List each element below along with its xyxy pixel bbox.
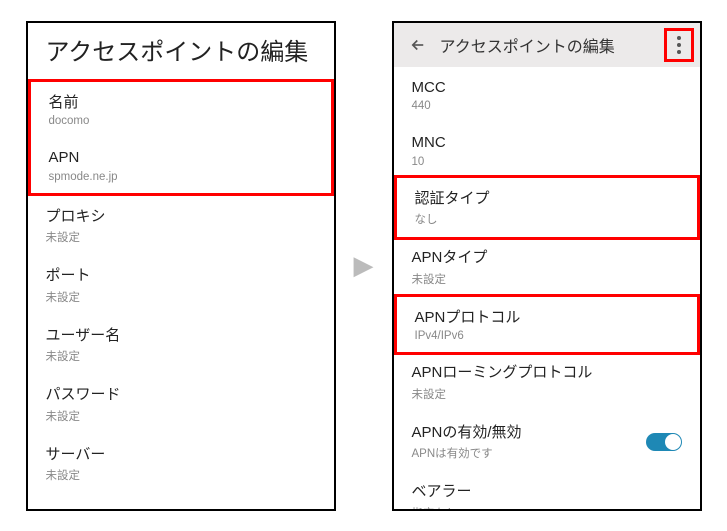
item-password[interactable]: パスワード 未設定 — [28, 374, 334, 434]
item-label: APN — [49, 148, 313, 168]
item-label: パスワード — [46, 385, 316, 405]
item-label: 名前 — [49, 93, 313, 113]
item-value: 未設定 — [46, 467, 316, 483]
item-label: MCC — [412, 78, 682, 98]
item-value: 未設定 — [46, 289, 316, 305]
item-label: APNの有効/無効 — [412, 423, 522, 443]
item-label: プロキシ — [46, 207, 316, 227]
item-value: 指定なし — [412, 505, 682, 511]
item-value: spmode.ne.jp — [49, 171, 313, 183]
appbar: アクセスポイントの編集 — [394, 23, 700, 67]
item-label: APNローミングプロトコル — [412, 363, 682, 383]
settings-list-right: MCC 440 MNC 10 認証タイプ なし APNタイプ 未設定 APNプロ… — [394, 67, 700, 511]
item-name[interactable]: 名前 docomo — [31, 82, 331, 138]
appbar-title: アクセスポイントの編集 — [432, 33, 664, 57]
back-button[interactable] — [404, 31, 432, 59]
item-bearer[interactable]: ベアラー 指定なし — [394, 471, 700, 511]
page-title: アクセスポイントの編集 — [28, 23, 334, 79]
item-value: 10 — [412, 156, 682, 168]
item-label: サーバー — [46, 445, 316, 465]
item-apn[interactable]: APN spmode.ne.jp — [31, 137, 331, 193]
item-label: APNプロトコル — [415, 308, 679, 328]
item-mnc[interactable]: MNC 10 — [394, 122, 700, 178]
item-value: docomo — [49, 115, 313, 127]
settings-list-left: 名前 docomo APN spmode.ne.jp プロキシ 未設定 ポート … — [28, 79, 334, 494]
back-arrow-icon — [409, 36, 427, 54]
item-server[interactable]: サーバー 未設定 — [28, 434, 334, 494]
item-value: APNは有効です — [412, 445, 522, 461]
item-label: MNC — [412, 133, 682, 153]
item-value: 未設定 — [46, 348, 316, 364]
arrow-icon: ▶ — [354, 250, 374, 281]
item-text: APNの有効/無効 APNは有効です — [412, 423, 522, 462]
item-mcc[interactable]: MCC 440 — [394, 67, 700, 123]
item-auth-type[interactable]: 認証タイプ なし — [394, 175, 700, 241]
phone-left: アクセスポイントの編集 名前 docomo APN spmode.ne.jp プ… — [26, 21, 336, 511]
more-vert-icon — [677, 36, 681, 54]
item-value: 未設定 — [412, 386, 682, 402]
item-username[interactable]: ユーザー名 未設定 — [28, 315, 334, 375]
item-apn-roaming-protocol[interactable]: APNローミングプロトコル 未設定 — [394, 352, 700, 412]
apn-enabled-toggle[interactable] — [646, 433, 682, 451]
item-apn-protocol[interactable]: APNプロトコル IPv4/IPv6 — [394, 294, 700, 356]
phone-right: アクセスポイントの編集 MCC 440 MNC 10 認証タイプ なし APNタ… — [392, 21, 702, 511]
highlight-group-name-apn: 名前 docomo APN spmode.ne.jp — [28, 79, 334, 196]
item-value: 未設定 — [46, 229, 316, 245]
overflow-menu-button[interactable] — [664, 28, 694, 62]
item-apn-type[interactable]: APNタイプ 未設定 — [394, 237, 700, 297]
item-proxy[interactable]: プロキシ 未設定 — [28, 196, 334, 256]
item-value: 未設定 — [412, 271, 682, 287]
item-label: APNタイプ — [412, 248, 682, 268]
item-port[interactable]: ポート 未設定 — [28, 255, 334, 315]
item-value: IPv4/IPv6 — [415, 330, 679, 342]
item-apn-enabled[interactable]: APNの有効/無効 APNは有効です — [394, 412, 700, 472]
item-value: 未設定 — [46, 408, 316, 424]
item-label: ポート — [46, 266, 316, 286]
item-label: 認証タイプ — [415, 189, 679, 209]
item-value: なし — [415, 211, 679, 227]
item-value: 440 — [412, 100, 682, 112]
item-label: ベアラー — [412, 482, 682, 502]
item-label: ユーザー名 — [46, 326, 316, 346]
